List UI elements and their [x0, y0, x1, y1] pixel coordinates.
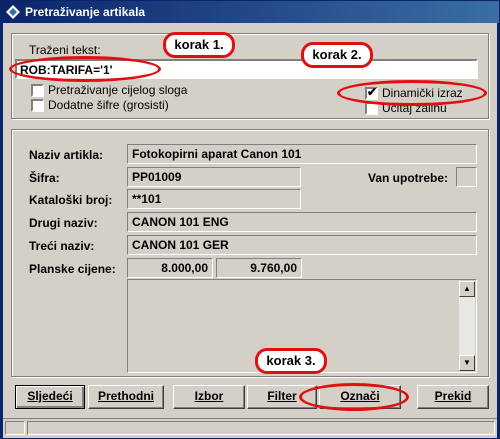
second-name-label: Drugi naziv: [29, 216, 98, 230]
step2-callout: korak 2. [301, 42, 373, 68]
catalog-number-label: Kataloški broj: [29, 193, 113, 207]
third-name-label: Treći naziv: [29, 239, 95, 253]
previous-label: Prethodni [98, 389, 154, 403]
next-label: Sljedeći [27, 389, 73, 403]
search-articles-window: Pretraživanje artikala Traženi tekst: RO… [0, 0, 500, 439]
app-icon [6, 5, 20, 19]
full-record-checkbox[interactable] [31, 84, 44, 97]
client-area: Traženi tekst: ROB:TARIFA='1' Pretraživa… [3, 23, 497, 438]
out-of-use-field [456, 167, 477, 187]
out-of-use-label: Van upotrebe: [368, 171, 449, 185]
second-name-field: CANON 101 ENG [127, 212, 477, 232]
code-field: PP01009 [127, 167, 301, 187]
step1-highlight-oval [9, 56, 161, 82]
window-title: Pretraživanje artikala [25, 5, 146, 19]
memo-scrollbar[interactable]: ▲ ▼ [459, 281, 475, 371]
article-name-field: Fotokopirni aparat Canon 101 [127, 144, 477, 164]
status-panel-left [5, 421, 25, 435]
title-bar[interactable]: Pretraživanje artikala [1, 1, 499, 23]
previous-button[interactable]: Prethodni [88, 385, 164, 409]
third-name-field: CANON 101 GER [127, 235, 477, 255]
step3-callout: korak 3. [255, 348, 327, 374]
select-button[interactable]: Izbor [173, 385, 245, 409]
extra-codes-checkbox[interactable] [31, 99, 44, 112]
plan-prices-label: Planske cijene: [29, 262, 116, 276]
step3-highlight-oval [299, 383, 409, 411]
status-panel-main [27, 421, 495, 435]
plan-price-2-field: 9.760,00 [216, 258, 302, 278]
select-label: Izbor [194, 389, 224, 403]
step2-highlight-oval [337, 80, 487, 106]
status-bar [3, 418, 497, 436]
search-label: Traženi tekst: [29, 43, 101, 57]
code-label: Šifra: [29, 171, 60, 185]
cancel-label: Prekid [434, 389, 472, 403]
extra-codes-label: Dodatne šifre (grosisti) [48, 98, 169, 112]
plan-price-1-field: 8.000,00 [127, 258, 213, 278]
filter-label: Filter [267, 389, 297, 403]
next-button[interactable]: Sljedeći [15, 385, 85, 409]
catalog-number-field: **101 [127, 189, 301, 209]
article-name-label: Naziv artikla: [29, 148, 104, 162]
cancel-button[interactable]: Prekid [417, 385, 489, 409]
scroll-down-icon[interactable]: ▼ [459, 355, 475, 371]
step1-callout: korak 1. [163, 32, 235, 58]
scroll-up-icon[interactable]: ▲ [459, 281, 475, 297]
full-record-label: Pretraživanje cijelog sloga [48, 83, 188, 97]
